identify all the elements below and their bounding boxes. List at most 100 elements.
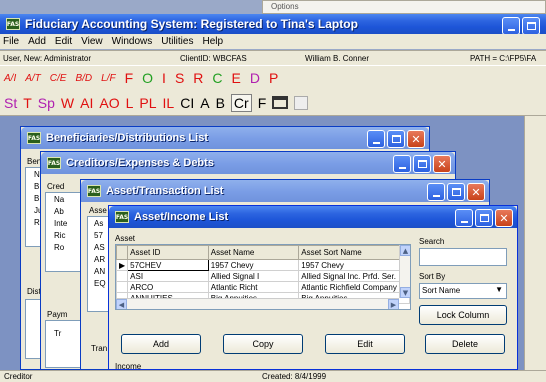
table-cell[interactable]: 1957 Chevy: [207, 259, 300, 271]
column-header-asset-name[interactable]: Asset Name: [207, 245, 300, 260]
table-row[interactable]: ▶ 57CHEV 1957 Chevy 1957 Chevy: [116, 259, 410, 271]
table-row[interactable]: ASI Allied Signal I Allied Signal Inc. P…: [116, 270, 410, 282]
table-cell[interactable]: 1957 Chevy: [298, 259, 410, 271]
app-title-bar[interactable]: FAS Fiduciary Accounting System: Registe…: [0, 14, 546, 34]
scroll-left-icon[interactable]: ◀: [116, 299, 127, 309]
menu-add[interactable]: Add: [28, 36, 46, 47]
column-header-asset-id[interactable]: Asset ID: [127, 245, 209, 260]
table-cell[interactable]: Atlantic Richt: [207, 281, 300, 293]
menu-windows[interactable]: Windows: [112, 36, 153, 47]
toolbar-button-w[interactable]: W: [61, 95, 74, 111]
toolbar-button-f2[interactable]: F: [258, 95, 267, 111]
toolbar-button-p[interactable]: P: [269, 70, 278, 86]
menu-help[interactable]: Help: [202, 36, 223, 47]
app-icon: FAS: [115, 211, 129, 223]
table-cell[interactable]: 57CHEV: [127, 259, 209, 271]
sort-by-value: Sort Name: [422, 286, 461, 295]
copy-button[interactable]: Copy: [223, 334, 303, 354]
toolbar-button-b[interactable]: B: [216, 95, 225, 111]
toolbar-button-t[interactable]: T: [23, 95, 32, 111]
table-row[interactable]: ARCO Atlantic Richt Atlantic Richfield C…: [116, 281, 410, 293]
column-header-asset-sort-name[interactable]: Asset Sort Name: [298, 245, 410, 260]
close-button[interactable]: ✕: [467, 183, 485, 201]
minimize-button[interactable]: [502, 17, 520, 34]
toolbar-button-r[interactable]: R: [193, 70, 203, 86]
asset-income-window: FAS Asset/Income List ✕ Asset Asset ID A…: [108, 205, 518, 371]
scroll-up-icon[interactable]: ▲: [400, 245, 410, 256]
toolbar-button-st[interactable]: St: [4, 95, 17, 111]
creditors-grid[interactable]: Na Ab Inte Ric Ro: [45, 192, 81, 272]
maximize-button[interactable]: [413, 155, 431, 173]
creditors-title-bar[interactable]: FAS Creditors/Expenses & Debts ✕: [41, 152, 455, 174]
toolbar-lists: St T Sp W AI AO L PL IL CI A B Cr F: [0, 90, 546, 116]
menu-file[interactable]: File: [3, 36, 19, 47]
status-bar: Creditor Created: 8/4/1999: [0, 370, 546, 382]
close-button[interactable]: ✕: [433, 155, 451, 173]
current-row-icon: ▶: [116, 259, 129, 271]
vertical-scrollbar[interactable]: ▲ ▼: [399, 245, 410, 298]
maximize-button[interactable]: [475, 209, 493, 227]
toolbar-button-at[interactable]: A/T: [25, 73, 41, 84]
close-button[interactable]: ✕: [495, 209, 513, 227]
minimize-button[interactable]: [455, 209, 473, 227]
toolbar-button-i[interactable]: I: [162, 70, 166, 86]
asset-grid[interactable]: Asset ID Asset Name Asset Sort Name ▶ 57…: [115, 244, 411, 310]
toolbar-button-o[interactable]: O: [142, 70, 153, 86]
maximize-button[interactable]: [522, 17, 540, 34]
toolbar-button-ao[interactable]: AO: [99, 95, 119, 111]
table-cell[interactable]: Allied Signal I: [207, 270, 300, 282]
edit-button[interactable]: Edit: [325, 334, 405, 354]
minimize-icon: [432, 195, 440, 197]
toolbar-button-l[interactable]: L: [126, 95, 134, 111]
scroll-right-icon[interactable]: ▶: [388, 299, 399, 309]
toolbar-button-il[interactable]: IL: [163, 95, 175, 111]
table-cell[interactable]: Allied Signal Inc. Prfd. Ser.: [298, 270, 410, 282]
lock-column-button[interactable]: Lock Column: [419, 305, 507, 325]
table-cell[interactable]: ARCO: [127, 281, 209, 293]
list-item: As: [94, 219, 104, 228]
toolbar-button-s[interactable]: S: [175, 70, 184, 86]
chevron-down-icon: ▼: [495, 285, 503, 294]
minimize-button[interactable]: [393, 155, 411, 173]
toolbar-button-f[interactable]: F: [125, 70, 134, 86]
toolbar-button-d[interactable]: D: [250, 70, 260, 86]
menu-utilities[interactable]: Utilities: [161, 36, 193, 47]
close-button[interactable]: ✕: [407, 130, 425, 148]
horizontal-scrollbar[interactable]: ◀ ▶: [116, 298, 399, 309]
toolbar-button-ce[interactable]: C/E: [50, 73, 67, 84]
maximize-button[interactable]: [447, 183, 465, 201]
toolbar-button-ci[interactable]: CI: [180, 95, 194, 111]
toolbar-button-lf[interactable]: L/F: [101, 73, 115, 84]
toolbar-button-bd[interactable]: B/D: [75, 73, 92, 84]
asset-transaction-title-bar[interactable]: FAS Asset/Transaction List ✕: [81, 180, 489, 202]
toolbar-button-e[interactable]: E: [232, 70, 241, 86]
add-button[interactable]: Add: [121, 334, 201, 354]
toolbar-button-a[interactable]: A: [200, 95, 209, 111]
asset-income-title-bar[interactable]: FAS Asset/Income List ✕: [109, 206, 517, 228]
print-preview-icon[interactable]: [294, 95, 309, 110]
beneficiaries-title-bar[interactable]: FAS Beneficiaries/Distributions List ✕: [21, 127, 429, 149]
menu-bar: File Add Edit View Windows Utilities Hel…: [0, 34, 546, 49]
menu-view[interactable]: View: [81, 36, 103, 47]
search-input[interactable]: [419, 248, 507, 266]
minimize-button[interactable]: [427, 183, 445, 201]
printer-icon[interactable]: [272, 96, 289, 109]
toolbar-button-sp[interactable]: Sp: [38, 95, 55, 111]
toolbar-button-ai[interactable]: A/I: [4, 73, 16, 84]
path-info: PATH = C:\FP5\FA: [470, 54, 537, 63]
minimize-button[interactable]: [367, 130, 385, 148]
sort-by-select[interactable]: Sort Name ▼: [419, 283, 507, 299]
list-item: Na: [54, 195, 65, 204]
table-cell[interactable]: Atlantic Richfield Company: [298, 281, 410, 293]
menu-edit[interactable]: Edit: [55, 36, 72, 47]
toolbar-button-pl[interactable]: PL: [139, 95, 156, 111]
payments-section-label: Paym: [47, 310, 68, 319]
table-cell[interactable]: ASI: [127, 270, 209, 282]
toolbar-button-c[interactable]: C: [212, 70, 222, 86]
delete-button[interactable]: Delete: [425, 334, 505, 354]
maximize-button[interactable]: [387, 130, 405, 148]
toolbar-button-cr[interactable]: Cr: [230, 93, 252, 112]
scroll-down-icon[interactable]: ▼: [400, 287, 410, 298]
toolbar-button-ai2[interactable]: AI: [80, 95, 93, 111]
payments-grid[interactable]: Tr: [45, 320, 81, 368]
